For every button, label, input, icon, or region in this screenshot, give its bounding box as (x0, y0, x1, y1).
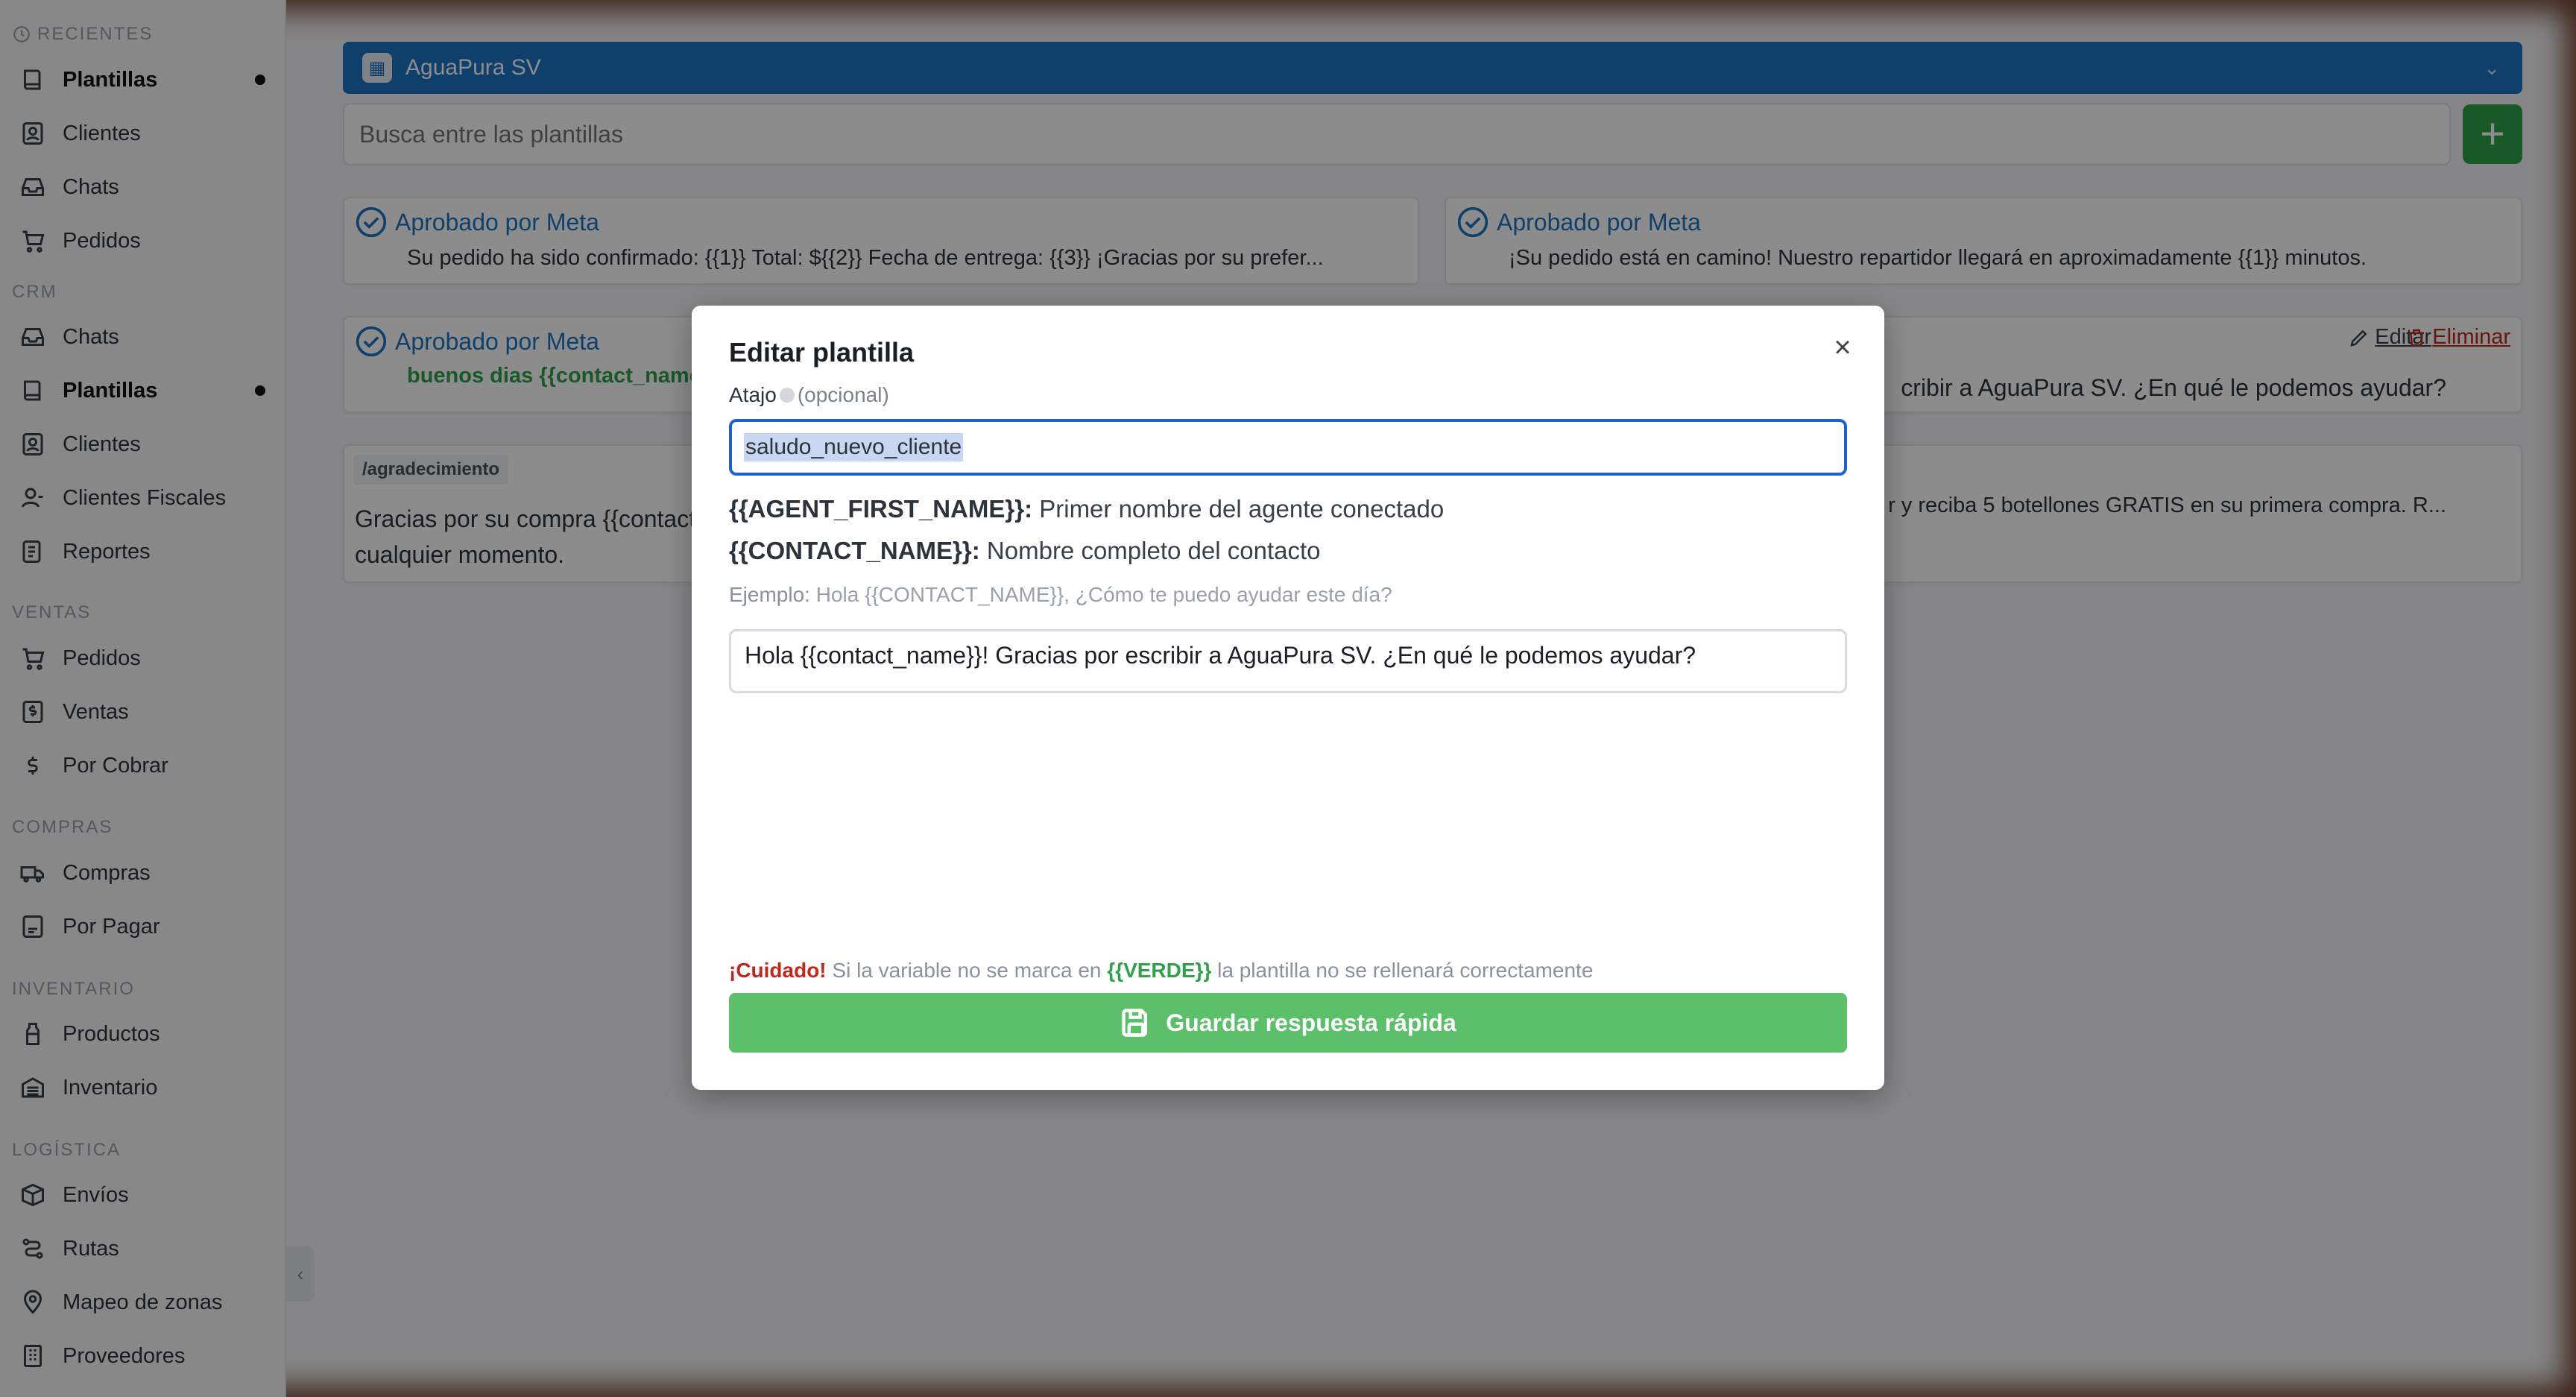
example-hint: Ejemplo: Hola {{CONTACT_NAME}}, ¿Cómo te… (729, 583, 1392, 606)
save-icon (1122, 1009, 1148, 1037)
shortcut-input[interactable]: saludo_nuevo_cliente (729, 419, 1847, 476)
info-icon[interactable] (779, 388, 795, 403)
variable-agent-first-name: {{AGENT_FIRST_NAME}}: Primer nombre del … (729, 495, 1445, 523)
message-textarea[interactable]: Hola {{contact_name}}! Gracias por escri… (729, 629, 1847, 693)
shortcut-label: Atajo (opcional) (729, 383, 889, 406)
variable-contact-name: {{CONTACT_NAME}}: Nombre completo del co… (729, 537, 1321, 564)
app-window: RECIENTES Plantillas Clientes Chats Pedi… (0, 0, 2576, 1397)
save-button[interactable]: Guardar respuesta rápida (729, 993, 1847, 1053)
modal-title: Editar plantilla (729, 337, 915, 368)
warning-text: ¡Cuidado! Si la variable no se marca en … (729, 959, 1594, 982)
edit-template-modal: Editar plantilla × Atajo (opcional) salu… (692, 306, 1884, 1090)
close-icon[interactable]: × (1828, 332, 1857, 362)
